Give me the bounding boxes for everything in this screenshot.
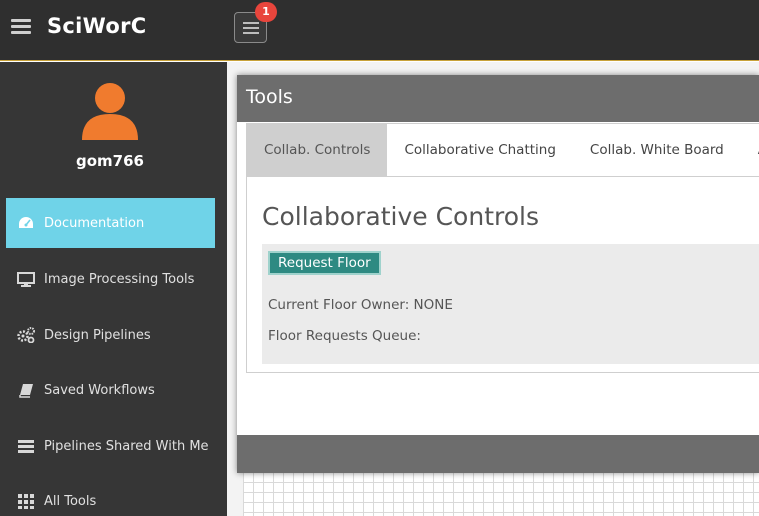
tab-truncated[interactable]: Au xyxy=(741,124,759,176)
tab-panel: Collab. Controls Collaborative Chatting … xyxy=(246,123,759,373)
sidebar-item-pipelines-shared-with-me[interactable]: Pipelines Shared With Me xyxy=(6,421,215,471)
user-avatar-icon xyxy=(82,83,138,140)
pipeline-canvas[interactable] xyxy=(243,472,759,516)
sidebar-item-saved-workflows[interactable]: Saved Workflows xyxy=(6,365,215,415)
tab-collaborative-chatting[interactable]: Collaborative Chatting xyxy=(387,124,572,176)
grid-icon xyxy=(17,493,35,509)
layers-icon xyxy=(17,438,35,454)
username: gom766 xyxy=(76,152,144,170)
sidebar-item-image-processing-tools[interactable]: Image Processing Tools xyxy=(6,254,215,304)
notification-badge: 1 xyxy=(255,2,277,22)
sidebar-item-label: Saved Workflows xyxy=(44,382,155,398)
gears-icon xyxy=(17,327,35,343)
tools-window-footer xyxy=(237,435,759,473)
tools-window-title: Tools xyxy=(237,75,759,122)
request-floor-button[interactable]: Request Floor xyxy=(268,251,381,275)
tools-window: Tools Collab. Controls Collaborative Cha… xyxy=(237,75,759,473)
current-floor-owner: Current Floor Owner: NONE xyxy=(268,297,453,313)
sidebar: gom766 Documentation Image Processing To… xyxy=(0,62,227,516)
monitor-icon xyxy=(17,271,35,287)
menu-icon[interactable] xyxy=(11,19,31,35)
floor-control-panel: Request Floor Current Floor Owner: NONE … xyxy=(262,244,759,364)
floor-requests-queue: Floor Requests Queue: xyxy=(268,328,421,344)
sidebar-item-label: Design Pipelines xyxy=(44,327,151,343)
tab-collab-controls[interactable]: Collab. Controls xyxy=(247,124,388,176)
tab-collab-white-board[interactable]: Collab. White Board xyxy=(573,124,741,176)
sidebar-item-label: Image Processing Tools xyxy=(44,271,195,287)
section-title: Collaborative Controls xyxy=(262,202,539,231)
sidebar-item-label: All Tools xyxy=(44,493,97,509)
notifications-icon xyxy=(243,22,259,37)
sidebar-item-label: Pipelines Shared With Me xyxy=(44,438,209,454)
sidebar-item-label: Documentation xyxy=(44,215,145,231)
dashboard-icon xyxy=(17,215,35,231)
sidebar-item-all-tools[interactable]: All Tools xyxy=(6,476,215,516)
sidebar-item-documentation[interactable]: Documentation xyxy=(6,198,215,248)
app-title: SciWorC xyxy=(47,14,147,38)
tab-bar: Collab. Controls Collaborative Chatting … xyxy=(247,124,759,177)
sidebar-item-design-pipelines[interactable]: Design Pipelines xyxy=(6,310,215,360)
book-icon xyxy=(17,382,35,398)
top-bar: SciWorC 1 xyxy=(0,0,759,61)
